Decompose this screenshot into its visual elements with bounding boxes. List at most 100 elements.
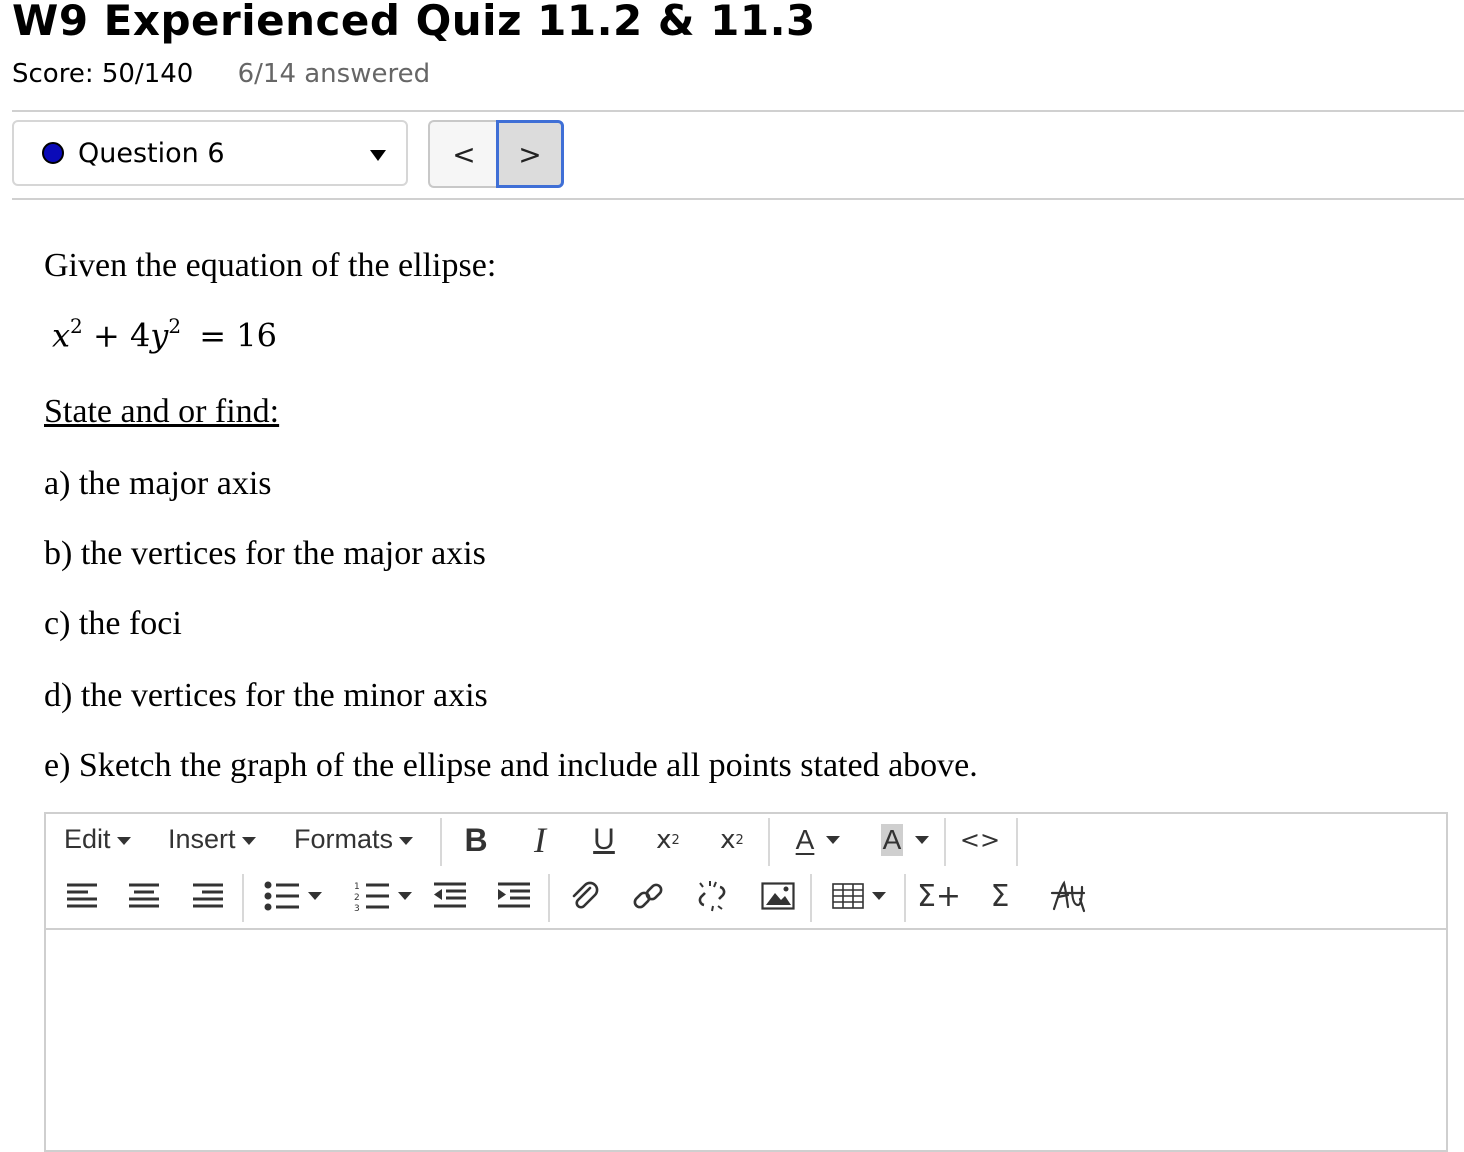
background-color-button[interactable]: A <box>872 814 938 866</box>
subscript-button[interactable]: x2 <box>646 814 690 866</box>
question-select-dropdown[interactable]: Question 6 <box>12 120 408 186</box>
question-part-e: e) Sketch the graph of the ellipse and i… <box>44 747 978 784</box>
toolbar-row-2: 123 Σ+ Σ <box>46 870 1446 926</box>
formats-menu[interactable]: Formats <box>294 824 414 855</box>
eq-y: y <box>150 316 169 355</box>
formats-menu-label: Formats <box>294 824 394 854</box>
numbered-list-button[interactable]: 123 <box>348 870 418 922</box>
toolbar-separator <box>242 874 244 922</box>
next-question-button[interactable]: > <box>496 120 564 188</box>
indent-button[interactable] <box>496 870 532 922</box>
caret-down-icon <box>116 836 131 845</box>
question-select-label: Question 6 <box>78 138 225 169</box>
background-color-icon: A <box>880 824 904 856</box>
unlink-icon <box>698 881 726 912</box>
insert-menu[interactable]: Insert <box>168 824 256 855</box>
align-center-button[interactable] <box>126 870 162 922</box>
svg-text:3: 3 <box>354 904 360 911</box>
chevron-left-icon: < <box>452 137 476 171</box>
align-left-button[interactable] <box>64 870 100 922</box>
sum-button[interactable]: Σ <box>982 870 1018 922</box>
insert-table-button[interactable] <box>826 870 892 922</box>
question-instruction: State and or find: <box>44 393 280 430</box>
link-icon <box>633 883 663 909</box>
score-text: Score: 50/140 <box>12 59 194 89</box>
caret-down-icon <box>398 892 412 900</box>
outdent-icon <box>434 882 466 908</box>
question-part-b: b) the vertices for the major axis <box>44 535 486 572</box>
align-left-icon <box>67 883 97 908</box>
answered-count: 6/14 answered <box>237 59 431 89</box>
table-icon <box>832 883 864 909</box>
eq-y-exponent: 2 <box>168 314 182 338</box>
caret-down-icon <box>826 836 841 844</box>
question-part-d: d) the vertices for the minor axis <box>44 677 488 714</box>
indent-icon <box>498 882 530 908</box>
svg-text:2: 2 <box>354 893 360 903</box>
eq-x-exponent: 2 <box>70 314 83 338</box>
nav-divider <box>12 198 1464 200</box>
toolbar-separator <box>944 818 946 866</box>
toolbar-separator <box>768 818 770 866</box>
caret-down-icon <box>399 836 414 845</box>
eq-rhs: 16 <box>236 316 277 355</box>
numbered-list-icon: 123 <box>354 882 389 911</box>
outdent-button[interactable] <box>432 870 468 922</box>
image-icon <box>761 882 795 910</box>
strikethrough-script-icon <box>1050 880 1086 913</box>
previous-question-button[interactable]: < <box>428 120 498 188</box>
eq-equals: = <box>199 316 227 355</box>
attachment-icon <box>572 881 599 909</box>
remove-link-button[interactable] <box>692 870 732 922</box>
editor-content-area[interactable] <box>46 930 1446 1150</box>
source-code-button[interactable]: <> <box>958 814 1002 866</box>
italic-button[interactable]: I <box>520 814 560 866</box>
bullet-list-button[interactable] <box>258 870 328 922</box>
caret-down-icon <box>241 836 256 845</box>
caret-down-icon <box>308 892 322 900</box>
superscript-button[interactable]: x2 <box>710 814 754 866</box>
bullet-list-icon <box>264 881 299 911</box>
align-right-icon <box>193 883 223 908</box>
ellipse-equation: x2 + 4y2 = 16 <box>52 314 277 355</box>
math-editor-button[interactable]: Σ+ <box>917 870 961 922</box>
question-part-c: c) the foci <box>44 605 182 642</box>
question-part-a: a) the major axis <box>44 465 272 502</box>
attachment-button[interactable] <box>564 870 604 922</box>
quiz-title: W9 Experienced Quiz 11.2 & 11.3 <box>12 0 816 45</box>
insert-image-button[interactable] <box>756 870 800 922</box>
underline-button[interactable]: U <box>584 814 624 866</box>
toolbar-separator <box>904 874 906 922</box>
superscript-x: x <box>720 825 736 855</box>
svg-text:1: 1 <box>354 882 360 892</box>
align-right-button[interactable] <box>190 870 226 922</box>
subscript-x: x <box>656 825 672 855</box>
superscript-mark: 2 <box>735 832 744 848</box>
header-divider <box>12 110 1464 112</box>
question-intro: Given the equation of the ellipse: <box>44 247 497 284</box>
caret-down-icon <box>872 892 886 900</box>
caret-down-icon <box>370 150 386 161</box>
edit-menu[interactable]: Edit <box>64 824 131 855</box>
chevron-right-icon: > <box>518 137 542 171</box>
answer-editor: Edit Insert Formats B I U x2 x2 A A <> 1… <box>44 812 1448 1152</box>
toolbar-row-1: Edit Insert Formats B I U x2 x2 A A <> <box>46 814 1446 870</box>
eq-x: x <box>52 316 71 355</box>
insert-link-button[interactable] <box>628 870 668 922</box>
font-color-button[interactable]: A <box>786 814 850 866</box>
toolbar-separator <box>810 874 812 922</box>
toolbar-separator <box>548 874 550 922</box>
align-center-icon <box>129 883 159 908</box>
font-color-icon: A <box>795 824 815 855</box>
eq-coefficient: 4 <box>129 316 151 355</box>
eq-plus: + <box>92 316 120 355</box>
score-row: Score: 50/140 6/14 answered <box>12 56 430 92</box>
subscript-mark: 2 <box>671 832 680 848</box>
edit-menu-label: Edit <box>64 824 111 854</box>
caret-down-icon <box>915 836 930 844</box>
toolbar-separator <box>440 818 442 866</box>
toolbar-separator <box>1016 818 1018 866</box>
insert-menu-label: Insert <box>168 824 236 854</box>
script-button[interactable] <box>1046 870 1090 922</box>
bold-button[interactable]: B <box>456 814 496 866</box>
